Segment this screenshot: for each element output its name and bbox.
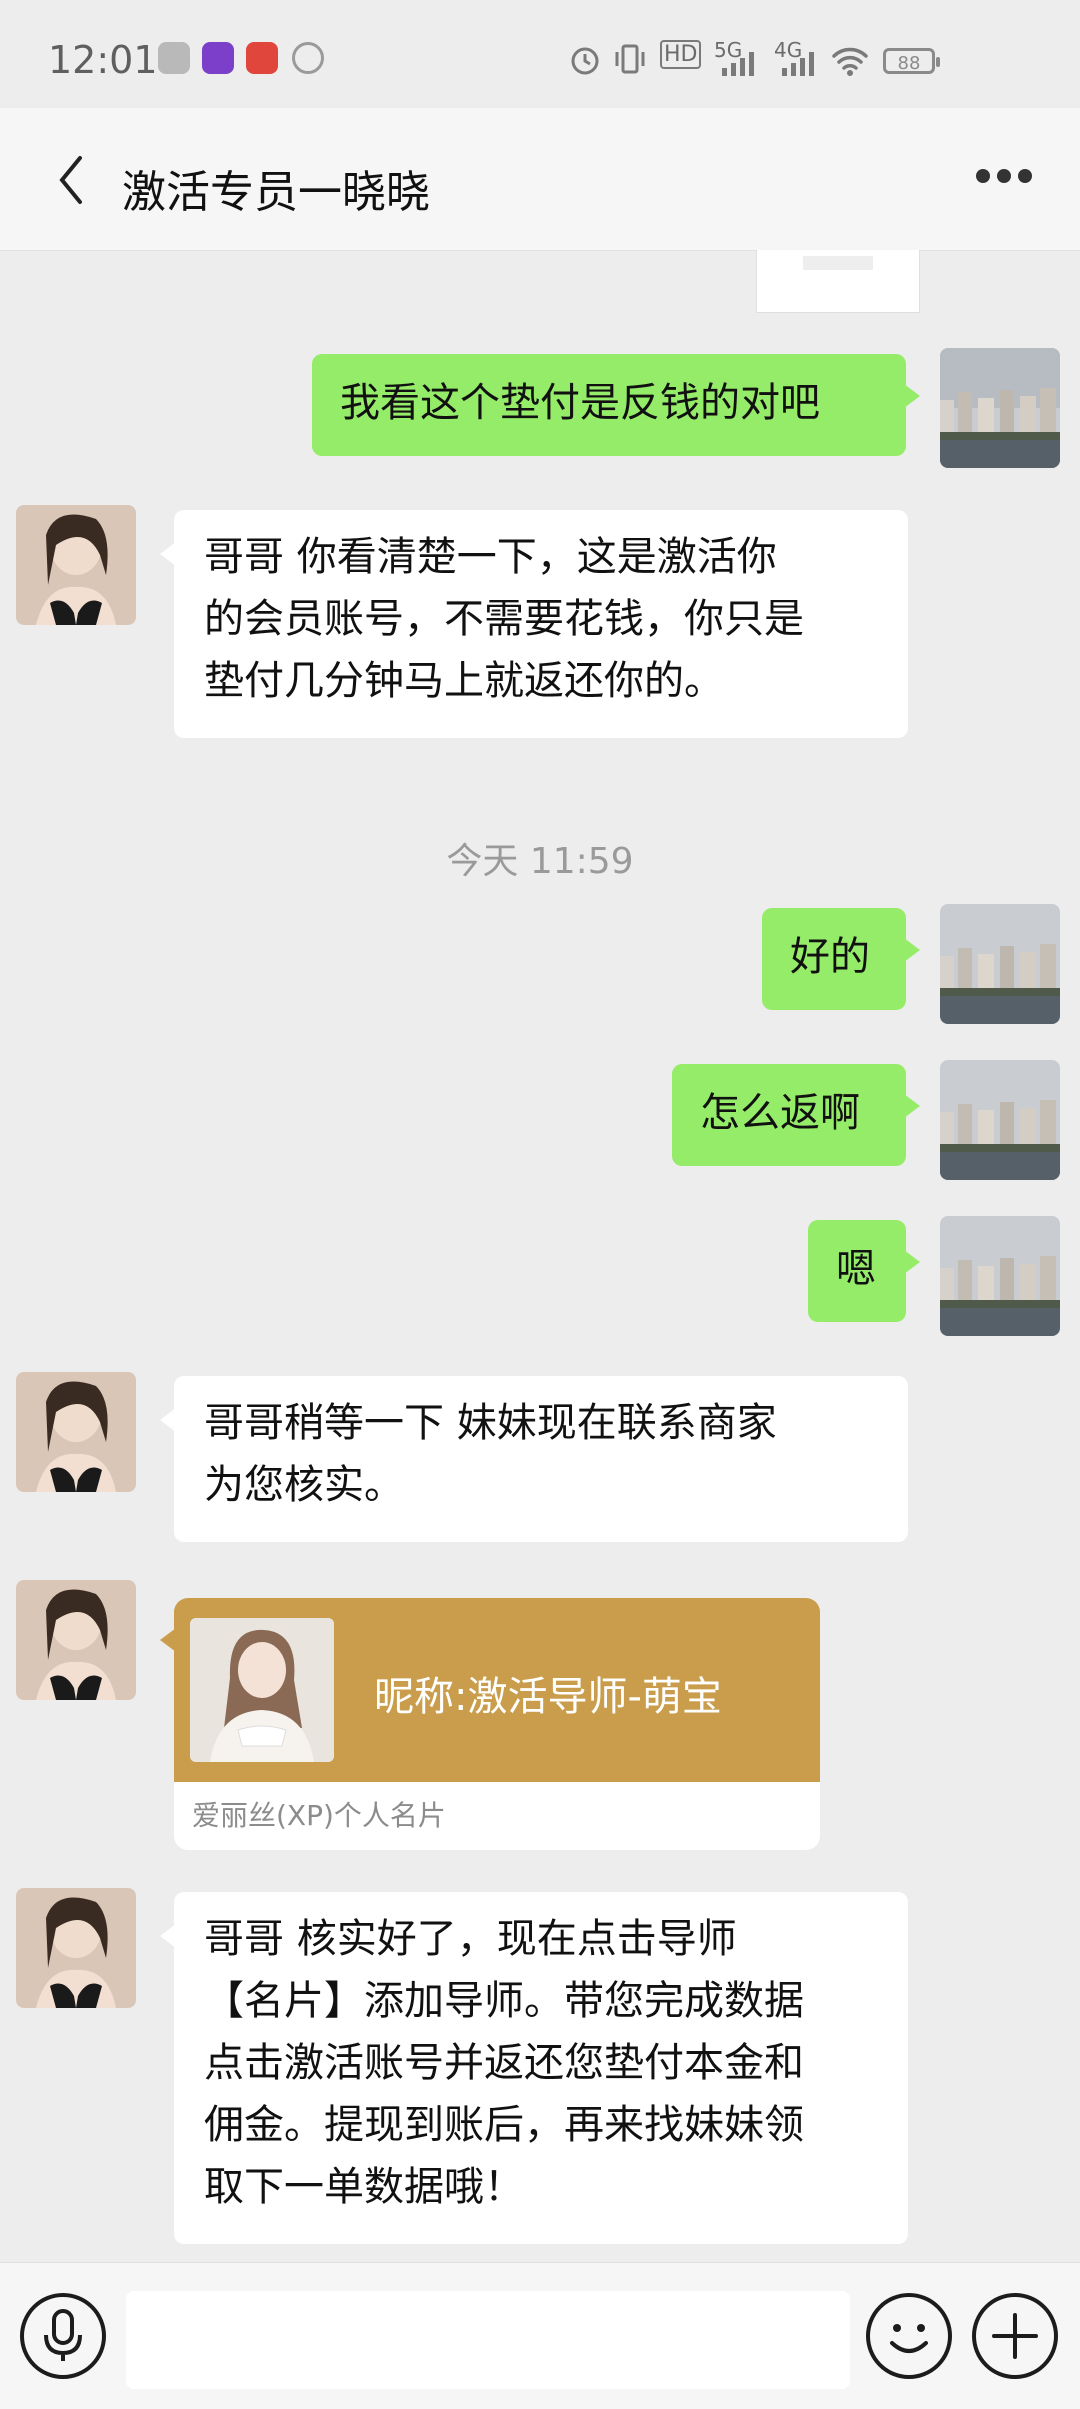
city-photo-icon: [940, 348, 1060, 468]
network-hd-label: HD: [660, 40, 702, 69]
avatar[interactable]: [16, 505, 136, 625]
image-message-partial[interactable]: [756, 250, 920, 313]
vibrate-icon: [615, 44, 645, 74]
city-photo-icon: [940, 1216, 1060, 1336]
girl-photo-icon: [16, 1580, 136, 1700]
signal-icon: [782, 52, 814, 76]
outgoing-message[interactable]: 我看这个垫付是反钱的对吧: [312, 354, 920, 456]
message-line: 哥哥稍等一下 妹妹现在联系商家: [204, 1400, 777, 1446]
message-line: 为您核实。: [204, 1462, 404, 1508]
message-line: 的会员账号，不需要花钱，你只是: [204, 596, 804, 642]
more-dots-icon[interactable]: [976, 168, 1040, 192]
contact-card[interactable]: 昵称:激活导师-萌宝 爱丽丝(XP)个人名片: [174, 1598, 820, 1850]
city-photo-icon: [940, 1060, 1060, 1180]
outgoing-message[interactable]: 怎么返啊: [672, 1064, 920, 1166]
chat-header: 激活专员一晓晓: [0, 108, 1080, 251]
plus-glyph: [992, 2313, 1038, 2359]
outgoing-message[interactable]: 嗯: [808, 1220, 920, 1322]
message-line: 点击激活账号并返还您垫付本金和: [204, 2040, 804, 2086]
alarm-icon: [571, 47, 599, 75]
contact-card-footer: 爱丽丝(XP)个人名片: [192, 1799, 446, 1832]
battery-indicator: 88: [883, 48, 940, 74]
app-notification-icon: [158, 42, 190, 74]
message-line: 佣金。提现到账后，再来找妹妹领: [204, 2102, 804, 2148]
message-list[interactable]: 我看这个垫付是反钱的对吧 哥哥 你看清楚一下，这是激活你 的会员账号，不需要花钱…: [0, 250, 1080, 2262]
incoming-message[interactable]: 哥哥稍等一下 妹妹现在联系商家 为您核实。: [160, 1376, 908, 1542]
smiley-icon[interactable]: [866, 2293, 952, 2379]
status-bar: 12:01 HD 5G 4G 88: [0, 0, 1080, 108]
input-bar: [0, 2262, 1080, 2409]
microphone-icon[interactable]: [20, 2293, 106, 2379]
message-text: 怎么返啊: [700, 1090, 860, 1136]
city-photo-icon: [940, 904, 1060, 1024]
avatar[interactable]: [16, 1372, 136, 1492]
girl-photo-icon: [16, 505, 136, 625]
message-timestamp: 今天 11:59: [446, 841, 634, 882]
avatar[interactable]: [16, 1580, 136, 1700]
message-line: 哥哥 核实好了，现在点击导师: [204, 1916, 737, 1962]
message-line: 垫付几分钟马上就返还你的。: [204, 658, 724, 704]
girl-photo-icon: [16, 1888, 136, 2008]
message-line: 取下一单数据哦！: [204, 2164, 524, 2210]
message-input[interactable]: [126, 2291, 850, 2389]
profile-photo-icon: [190, 1618, 334, 1762]
avatar[interactable]: [940, 348, 1060, 468]
image-thumbnail-detail: [803, 256, 873, 270]
app-notification-icon: [292, 42, 324, 74]
contact-card-header: 昵称:激活导师-萌宝: [174, 1598, 820, 1782]
smiley-glyph: [890, 2324, 928, 2353]
message-line: 哥哥 你看清楚一下，这是激活你: [204, 534, 777, 580]
avatar[interactable]: [940, 1060, 1060, 1180]
incoming-message[interactable]: 哥哥 你看清楚一下，这是激活你 的会员账号，不需要花钱，你只是 垫付几分钟马上就…: [160, 510, 908, 738]
microphone-glyph: [44, 2309, 82, 2361]
avatar[interactable]: [940, 904, 1060, 1024]
avatar[interactable]: [940, 1216, 1060, 1336]
incoming-message[interactable]: 哥哥 核实好了，现在点击导师 【名片】添加导师。带您完成数据 点击激活账号并返还…: [160, 1892, 908, 2244]
app-notification-icon: [246, 42, 278, 74]
message-line: 【名片】添加导师。带您完成数据: [204, 1978, 804, 2024]
avatar[interactable]: [16, 1888, 136, 2008]
contact-card-nickname: 昵称:激活导师-萌宝: [374, 1674, 722, 1720]
girl-photo-icon: [16, 1372, 136, 1492]
app-notification-icon: [202, 42, 234, 74]
plus-icon[interactable]: [972, 2293, 1058, 2379]
message-text: 嗯: [836, 1246, 876, 1292]
status-time: 12:01: [48, 38, 158, 82]
message-text: 我看这个垫付是反钱的对吧: [340, 380, 820, 426]
wifi-icon: [832, 47, 868, 76]
outgoing-message[interactable]: 好的: [762, 908, 920, 1010]
chat-title: 激活专员一晓晓: [122, 167, 430, 218]
contact-card-photo: [190, 1618, 334, 1762]
message-text: 好的: [790, 934, 870, 980]
signal-icon: [722, 52, 754, 76]
chevron-left-icon[interactable]: [52, 152, 92, 208]
